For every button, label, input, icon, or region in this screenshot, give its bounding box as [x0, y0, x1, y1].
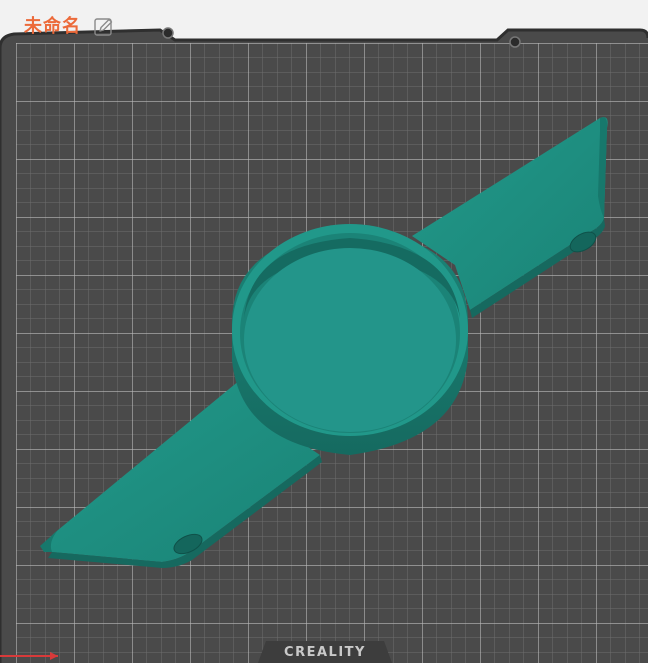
build-plate-viewport[interactable] — [0, 0, 648, 663]
bed-screw-right — [509, 36, 521, 48]
brand-label: CREALITY — [284, 644, 366, 660]
bed-screw-left — [162, 27, 174, 39]
project-title-bar: 未命名 — [24, 16, 115, 38]
hub-bearing-pocket — [244, 248, 456, 432]
pencil-icon — [94, 18, 113, 36]
project-title: 未命名 — [24, 16, 81, 37]
rename-button[interactable] — [93, 16, 115, 38]
